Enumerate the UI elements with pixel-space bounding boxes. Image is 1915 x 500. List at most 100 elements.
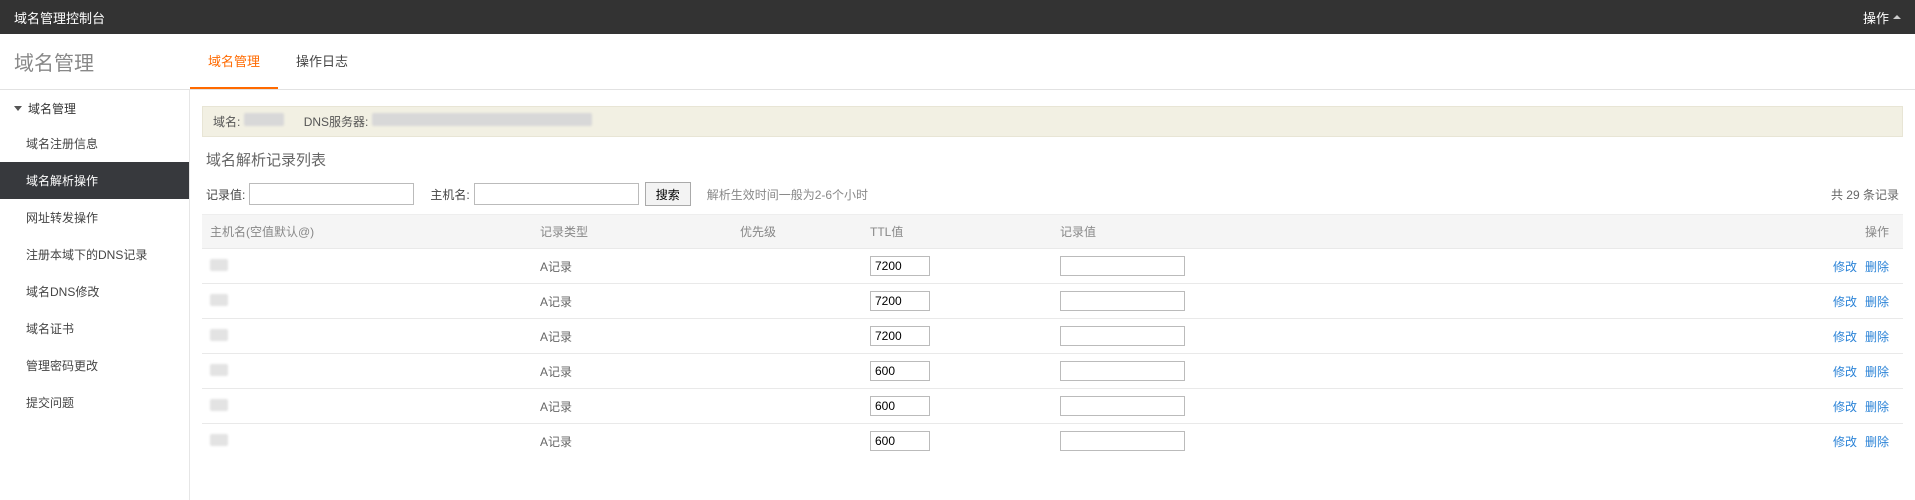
cell-host — [202, 424, 532, 459]
edit-link[interactable]: 修改 — [1833, 365, 1857, 379]
cell-ops: 修改删除 — [1803, 424, 1903, 459]
tab-label: 操作日志 — [296, 51, 348, 70]
dns-server-label: DNS服务器: — [304, 113, 592, 130]
record-value-input[interactable] — [1060, 361, 1185, 381]
edit-link[interactable]: 修改 — [1833, 260, 1857, 274]
table-row: A记录 修改删除 — [202, 424, 1903, 459]
ttl-input[interactable] — [870, 396, 930, 416]
ttl-input[interactable] — [870, 431, 930, 451]
arrow-up-icon — [1893, 15, 1901, 19]
table-row: A记录 修改删除 — [202, 389, 1903, 424]
tab-operation-log[interactable]: 操作日志 — [278, 33, 366, 89]
sidebar: 域名管理 域名注册信息 域名解析操作 网址转发操作 注册本域下的DNS记录 域名… — [0, 90, 190, 500]
layout: 域名管理 域名注册信息 域名解析操作 网址转发操作 注册本域下的DNS记录 域名… — [0, 90, 1915, 500]
caret-down-icon — [14, 106, 22, 111]
dns-records-table: 主机名(空值默认@) 记录类型 优先级 TTL值 记录值 操作 A记录修改删除A… — [202, 214, 1903, 458]
sidebar-group[interactable]: 域名管理 — [0, 92, 189, 125]
redacted-host-value — [210, 294, 228, 306]
search-hint: 解析生效时间一般为2-6个小时 — [707, 186, 868, 203]
sidebar-item-password-change[interactable]: 管理密码更改 — [0, 347, 189, 384]
cell-host — [202, 354, 532, 389]
redacted-host-value — [210, 329, 228, 341]
console-title: 域名管理控制台 — [14, 8, 105, 27]
domain-label: 域名: — [213, 113, 284, 130]
edit-link[interactable]: 修改 — [1833, 400, 1857, 414]
sidebar-item-dns-records[interactable]: 域名解析操作 — [0, 162, 189, 199]
table-row: A记录 修改删除 — [202, 319, 1903, 354]
record-value-input[interactable] — [1060, 431, 1185, 451]
edit-link[interactable]: 修改 — [1833, 295, 1857, 309]
cell-host — [202, 319, 532, 354]
cell-value — [1052, 389, 1803, 424]
edit-link[interactable]: 修改 — [1833, 435, 1857, 449]
hostname-input[interactable] — [474, 183, 639, 205]
col-header-value: 记录值 — [1052, 215, 1803, 249]
redacted-host-value — [210, 399, 228, 411]
record-value-input[interactable] — [1060, 291, 1185, 311]
main-content: 域名: DNS服务器: 域名解析记录列表 记录值: 主机名: 搜索 解析生效时间… — [190, 90, 1915, 500]
cell-ttl — [862, 249, 1052, 284]
cell-ops: 修改删除 — [1803, 319, 1903, 354]
cell-priority — [732, 284, 862, 319]
delete-link[interactable]: 删除 — [1865, 400, 1889, 414]
ttl-input[interactable] — [870, 256, 930, 276]
record-value-input[interactable] — [1060, 326, 1185, 346]
ttl-input[interactable] — [870, 326, 930, 346]
delete-link[interactable]: 删除 — [1865, 365, 1889, 379]
col-header-ttl: TTL值 — [862, 215, 1052, 249]
record-value-input[interactable] — [1060, 396, 1185, 416]
delete-link[interactable]: 删除 — [1865, 330, 1889, 344]
ttl-input[interactable] — [870, 361, 930, 381]
cell-ops: 修改删除 — [1803, 249, 1903, 284]
cell-value — [1052, 354, 1803, 389]
cell-type: A记录 — [532, 424, 732, 459]
cell-value — [1052, 424, 1803, 459]
sidebar-item-dns-modify[interactable]: 域名DNS修改 — [0, 273, 189, 310]
sidebar-item-url-forwarding[interactable]: 网址转发操作 — [0, 199, 189, 236]
col-header-priority: 优先级 — [732, 215, 862, 249]
delete-link[interactable]: 删除 — [1865, 295, 1889, 309]
cell-ops: 修改删除 — [1803, 284, 1903, 319]
cell-ttl — [862, 284, 1052, 319]
title-tabs-row: 域名管理 域名管理 操作日志 — [0, 34, 1915, 90]
edit-link[interactable]: 修改 — [1833, 330, 1857, 344]
cell-value — [1052, 284, 1803, 319]
header-action-label: 操作 — [1863, 8, 1889, 27]
tab-label: 域名管理 — [208, 51, 260, 70]
ttl-input[interactable] — [870, 291, 930, 311]
redacted-host-value — [210, 259, 228, 271]
cell-ops: 修改删除 — [1803, 389, 1903, 424]
record-value-input[interactable] — [1060, 256, 1185, 276]
header-action-dropdown[interactable]: 操作 — [1863, 8, 1901, 27]
record-value-input[interactable] — [249, 183, 414, 205]
redacted-host-value — [210, 364, 228, 376]
cell-type: A记录 — [532, 249, 732, 284]
cell-priority — [732, 249, 862, 284]
info-banner: 域名: DNS服务器: — [202, 106, 1903, 137]
tab-domain-management[interactable]: 域名管理 — [190, 33, 278, 89]
record-count: 共 29 条记录 — [1831, 186, 1899, 203]
col-header-host: 主机名(空值默认@) — [202, 215, 532, 249]
redacted-host-value — [210, 434, 228, 446]
cell-value — [1052, 249, 1803, 284]
delete-link[interactable]: 删除 — [1865, 435, 1889, 449]
cell-type: A记录 — [532, 389, 732, 424]
table-row: A记录 修改删除 — [202, 249, 1903, 284]
cell-priority — [732, 424, 862, 459]
cell-value — [1052, 319, 1803, 354]
search-button[interactable]: 搜索 — [645, 182, 691, 206]
table-header-row: 主机名(空值默认@) 记录类型 优先级 TTL值 记录值 操作 — [202, 215, 1903, 249]
sidebar-item-register-dns[interactable]: 注册本域下的DNS记录 — [0, 236, 189, 273]
search-row: 记录值: 主机名: 搜索 解析生效时间一般为2-6个小时 共 29 条记录 — [202, 180, 1903, 214]
sidebar-item-certificate[interactable]: 域名证书 — [0, 310, 189, 347]
cell-type: A记录 — [532, 354, 732, 389]
sidebar-item-registration-info[interactable]: 域名注册信息 — [0, 125, 189, 162]
delete-link[interactable]: 删除 — [1865, 260, 1889, 274]
col-header-type: 记录类型 — [532, 215, 732, 249]
redacted-dns-value — [372, 113, 592, 126]
sidebar-item-submit-issue[interactable]: 提交问题 — [0, 384, 189, 421]
cell-host — [202, 284, 532, 319]
table-row: A记录 修改删除 — [202, 354, 1903, 389]
cell-type: A记录 — [532, 319, 732, 354]
sidebar-group-label: 域名管理 — [28, 100, 76, 117]
